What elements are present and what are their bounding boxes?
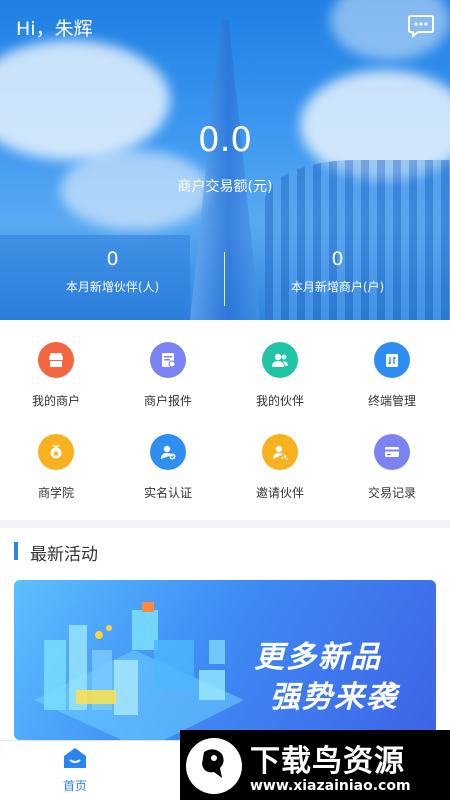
menu-item-academy[interactable]: 商学院 — [0, 412, 112, 502]
stat-new-partners[interactable]: 0 本月新增伙伴(人) — [0, 248, 225, 295]
section-accent-bar — [14, 542, 18, 560]
partners-icon — [262, 342, 298, 378]
banner-headline: 更多新品 — [254, 640, 382, 675]
menu-item-label: 终端管理 — [367, 394, 416, 408]
menu-grid: 我的商户 商户报件 我的伙伴 终端管理 商学院 实名认证 邀请伙伴 交易记录 — [0, 320, 450, 520]
academy-icon — [38, 434, 74, 470]
greeting-text: Hi，朱辉 — [16, 18, 93, 40]
nav-tab-home[interactable]: 首页 — [40, 747, 110, 794]
menu-item-label: 商户报件 — [143, 394, 192, 408]
activities-header: 最新活动 — [0, 528, 450, 574]
menu-item-label: 交易记录 — [367, 486, 416, 500]
verify-icon — [150, 434, 186, 470]
nav-home-label: 首页 — [62, 779, 87, 793]
menu-item-real-name-verify[interactable]: 实名认证 — [112, 412, 224, 502]
menu-item-label: 我的商户 — [31, 394, 80, 408]
menu-item-label: 邀请伙伴 — [255, 486, 304, 500]
menu-item-label: 商学院 — [37, 486, 74, 500]
stat-value: 0 — [331, 248, 344, 270]
activity-banner[interactable]: 更多新品 强势来袭 — [14, 580, 436, 740]
menu-item-transaction-records[interactable]: 交易记录 — [336, 412, 448, 502]
site-watermark: 下载鸟资源 www.xiazainiao.com — [180, 730, 450, 800]
transaction-amount-label: 商户交易额(元) — [177, 179, 273, 195]
home-icon — [64, 748, 86, 768]
activities-title: 最新活动 — [30, 545, 98, 565]
terminal-icon — [374, 342, 410, 378]
stats-row: 0 本月新增伙伴(人) 0 本月新增商户(户) — [0, 248, 450, 312]
card-icon — [374, 434, 410, 470]
watermark-logo — [186, 738, 242, 794]
stat-new-merchants[interactable]: 0 本月新增商户(户) — [225, 248, 450, 295]
activities-area: 更多新品 强势来袭 — [0, 574, 450, 740]
watermark-title: 下载鸟资源 — [250, 744, 405, 779]
menu-item-my-merchants[interactable]: 我的商户 — [0, 320, 112, 410]
report-icon — [150, 342, 186, 378]
stat-value: 0 — [106, 248, 119, 270]
watermark-url: www.xiazainiao.com — [250, 778, 411, 794]
invite-icon — [262, 434, 298, 470]
menu-item-terminal-management[interactable]: 终端管理 — [336, 320, 448, 410]
menu-item-label: 我的伙伴 — [255, 394, 304, 408]
stat-label: 本月新增商户(户) — [290, 280, 385, 294]
menu-item-label: 实名认证 — [143, 486, 192, 500]
message-icon[interactable] — [408, 14, 434, 39]
stat-label: 本月新增伙伴(人) — [65, 280, 160, 294]
store-icon — [38, 342, 74, 378]
menu-item-merchant-report[interactable]: 商户报件 — [112, 320, 224, 410]
banner-subheadline: 强势来袭 — [270, 680, 398, 715]
menu-item-my-partners[interactable]: 我的伙伴 — [224, 320, 336, 410]
header-hero: Hi，朱辉 0.0 商户交易额(元) 0 本月新增伙伴(人) 0 本月新增商户(… — [0, 0, 450, 320]
transaction-amount: 0.0 — [197, 120, 253, 160]
menu-item-invite-partners[interactable]: 邀请伙伴 — [224, 412, 336, 502]
